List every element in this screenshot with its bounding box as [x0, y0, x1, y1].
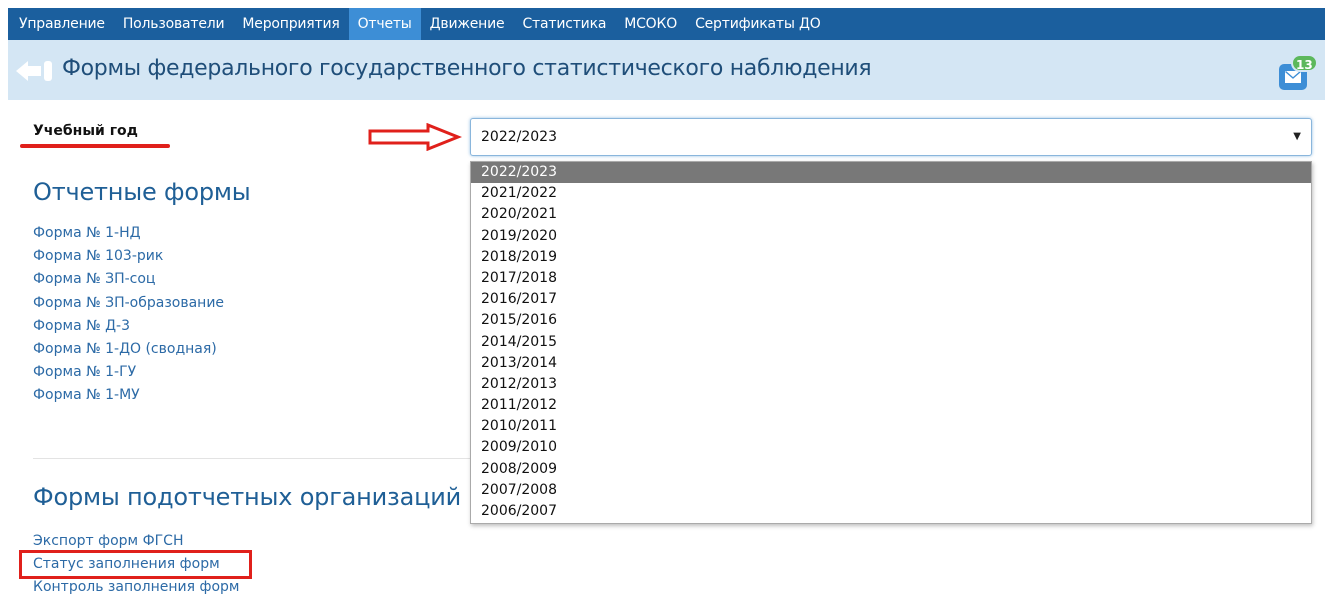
year-option[interactable]: 2019/2020 [471, 226, 1311, 247]
year-option[interactable]: 2021/2022 [471, 183, 1311, 204]
nav-item-reports[interactable]: Отчеты [348, 8, 421, 40]
year-option[interactable]: 2013/2014 [471, 353, 1311, 374]
year-option[interactable]: 2012/2013 [471, 374, 1311, 395]
nav-item-certificates[interactable]: Сертификаты ДО [686, 8, 829, 40]
form-link-1-do[interactable]: Форма № 1-ДО (сводная) [33, 338, 224, 361]
year-option[interactable]: 2015/2016 [471, 310, 1311, 331]
form-link-1-gu[interactable]: Форма № 1-ГУ [33, 361, 224, 384]
year-option[interactable]: 2006/2007 [471, 501, 1311, 522]
year-options-list: 2022/2023 2021/2022 2020/2021 2019/2020 … [470, 161, 1312, 524]
year-option[interactable]: 2007/2008 [471, 480, 1311, 501]
back-arrow-icon[interactable] [14, 60, 54, 82]
top-nav: Управление Пользователи Мероприятия Отче… [8, 8, 1325, 40]
academic-year-select[interactable]: 2022/2023 ▼ [470, 118, 1312, 156]
selected-year: 2022/2023 [481, 129, 557, 145]
nav-item-movement[interactable]: Движение [421, 8, 514, 40]
form-link-103-rik[interactable]: Форма № 103-рик [33, 245, 224, 268]
year-label: Учебный год [33, 123, 138, 139]
form-link-1-mu[interactable]: Форма № 1-МУ [33, 384, 224, 407]
year-option[interactable]: 2011/2012 [471, 395, 1311, 416]
report-forms-title: Отчетные формы [33, 178, 251, 206]
year-option[interactable]: 2018/2019 [471, 247, 1311, 268]
year-option[interactable]: 2017/2018 [471, 268, 1311, 289]
unread-count-badge: 13 [1291, 54, 1318, 72]
form-link-d-3[interactable]: Форма № Д-3 [33, 315, 224, 338]
nav-item-management[interactable]: Управление [10, 8, 114, 40]
sub-org-forms-title: Формы подотчетных организаций [33, 483, 462, 511]
nav-item-msoko[interactable]: МСОКО [615, 8, 686, 40]
form-link-zp-soc[interactable]: Форма № ЗП-соц [33, 268, 224, 291]
report-forms-list: Форма № 1-НД Форма № 103-рик Форма № ЗП-… [33, 222, 224, 408]
year-option[interactable]: 2020/2021 [471, 204, 1311, 225]
section-divider [33, 458, 470, 459]
annotation-underline [20, 144, 170, 148]
year-option[interactable]: 2022/2023 [471, 162, 1311, 184]
form-link-1-nd[interactable]: Форма № 1-НД [33, 222, 224, 245]
nav-item-users[interactable]: Пользователи [114, 8, 234, 40]
envelope-icon [1285, 71, 1301, 83]
fill-control-link[interactable]: Контроль заполнения форм [33, 576, 239, 599]
page-title: Формы федерального государственного стат… [62, 56, 872, 81]
chevron-down-icon: ▼ [1293, 131, 1301, 142]
messages-button[interactable]: 13 [1279, 54, 1318, 90]
annotation-highlight-box [19, 550, 252, 579]
year-option[interactable]: 2016/2017 [471, 289, 1311, 310]
page-header: Формы федерального государственного стат… [8, 40, 1325, 100]
nav-item-statistics[interactable]: Статистика [513, 8, 615, 40]
nav-item-events[interactable]: Мероприятия [233, 8, 348, 40]
form-link-zp-education[interactable]: Форма № ЗП-образование [33, 292, 224, 315]
year-option[interactable]: 2010/2011 [471, 416, 1311, 437]
year-option[interactable]: 2008/2009 [471, 459, 1311, 480]
year-option[interactable]: 2009/2010 [471, 437, 1311, 458]
year-option[interactable]: 2014/2015 [471, 332, 1311, 353]
annotation-arrow-icon [368, 123, 462, 151]
